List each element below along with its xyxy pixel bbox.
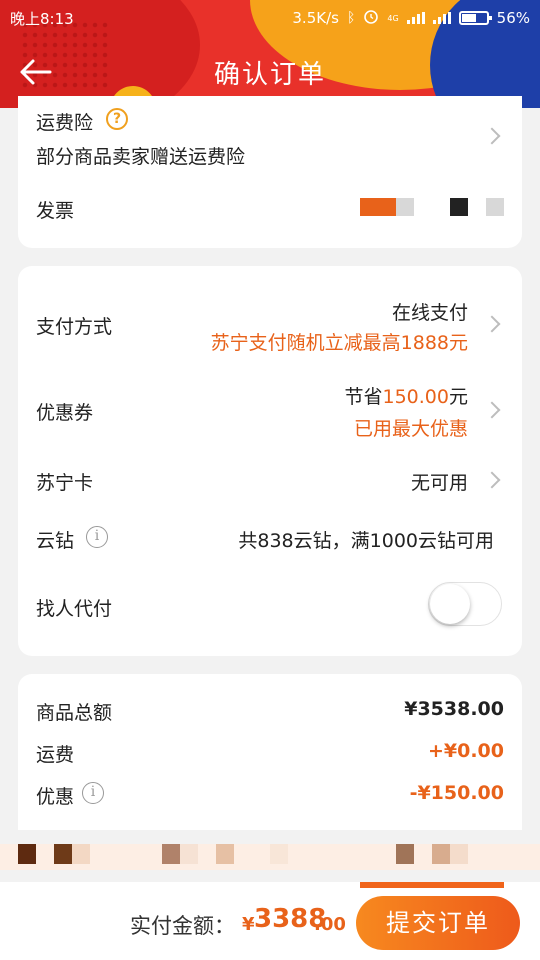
yunzuan-value: 共838云钻，满1000云钻可用 xyxy=(238,530,494,552)
info-icon[interactable]: i xyxy=(82,782,104,804)
help-icon[interactable]: ? xyxy=(106,108,128,130)
discount-label: 优惠 xyxy=(36,786,75,808)
shipping-insurance-label: 运费险 xyxy=(36,112,94,134)
coupon-label: 优惠券 xyxy=(36,402,94,424)
discount-value: -¥150.00 xyxy=(409,782,504,804)
battery-icon xyxy=(458,11,492,25)
bottom-bar: 实付金额： ¥ 3388 .00 提交订单 xyxy=(0,882,540,960)
payment-card: 支付方式 在线支付 苏宁支付随机立减最高1888元 优惠券 节省150.00元 … xyxy=(18,266,522,656)
signal-icon xyxy=(432,12,451,24)
coupon-save-prefix: 节省 xyxy=(344,386,383,408)
decoration-line xyxy=(360,882,504,888)
info-icon[interactable]: i xyxy=(86,526,108,548)
goods-total-label: 商品总额 xyxy=(36,702,113,724)
back-arrow-icon[interactable] xyxy=(18,58,52,86)
chevron-right-icon xyxy=(483,315,501,333)
status-time: 晚上8:13 xyxy=(10,9,74,28)
toggle-knob xyxy=(430,584,470,624)
chevron-right-icon xyxy=(483,401,501,419)
total-currency: ¥ xyxy=(242,914,255,935)
payment-promo: 苏宁支付随机立减最高1888元 xyxy=(210,332,468,354)
alarm-icon xyxy=(363,8,379,28)
network-tag: 4G xyxy=(387,13,399,23)
battery-percent: 56% xyxy=(496,9,530,27)
yunzuan-label: 云钻 xyxy=(36,530,75,552)
header: 晚上8:13 3.5K/s ᛒ 4G 56% 确认订单 xyxy=(0,0,540,108)
submit-order-button[interactable]: 提交订单 xyxy=(356,896,520,950)
total-label: 实付金额： xyxy=(130,914,235,938)
goods-total-value: ¥3538.00 xyxy=(404,698,504,720)
signal-icon xyxy=(406,12,425,24)
coupon-save: 节省150.00元 xyxy=(344,382,468,409)
nav-bar: 确认订单 xyxy=(0,44,540,100)
coupon-save-suffix: 元 xyxy=(448,386,468,408)
shipping-fee-label: 运费 xyxy=(36,744,75,766)
coupon-status: 已用最大优惠 xyxy=(353,418,468,440)
chevron-right-icon xyxy=(483,471,501,489)
suning-card-value: 无可用 xyxy=(410,472,468,494)
bluetooth-icon: ᛒ xyxy=(346,10,356,26)
chevron-right-icon xyxy=(483,127,501,145)
net-speed: 3.5K/s xyxy=(292,9,339,27)
status-icons: 3.5K/s ᛒ 4G 56% xyxy=(292,8,530,28)
status-bar: 晚上8:13 3.5K/s ᛒ 4G 56% xyxy=(0,0,540,36)
coupon-save-amount: 150.00 xyxy=(382,386,449,408)
page-title: 确认订单 xyxy=(213,59,326,90)
shipping-insurance-desc: 部分商品卖家赠送运费险 xyxy=(36,146,246,168)
pay-by-other-label: 找人代付 xyxy=(36,598,113,620)
suning-card-label: 苏宁卡 xyxy=(36,472,94,494)
payment-method-label: 支付方式 xyxy=(36,316,113,338)
payment-method-value: 在线支付 xyxy=(391,302,468,324)
obscured-content xyxy=(0,844,540,870)
shipping-invoice-card: 运费险 ? 部分商品卖家赠送运费险 发票 xyxy=(18,96,522,248)
invoice-label: 发票 xyxy=(36,200,75,222)
shipping-fee-value: +¥0.00 xyxy=(427,740,504,762)
pay-by-other-toggle[interactable] xyxy=(428,582,502,626)
total-decimal: .00 xyxy=(314,914,346,935)
price-summary-card: 商品总额 ¥3538.00 运费 +¥0.00 优惠 i -¥150.00 xyxy=(18,674,522,830)
